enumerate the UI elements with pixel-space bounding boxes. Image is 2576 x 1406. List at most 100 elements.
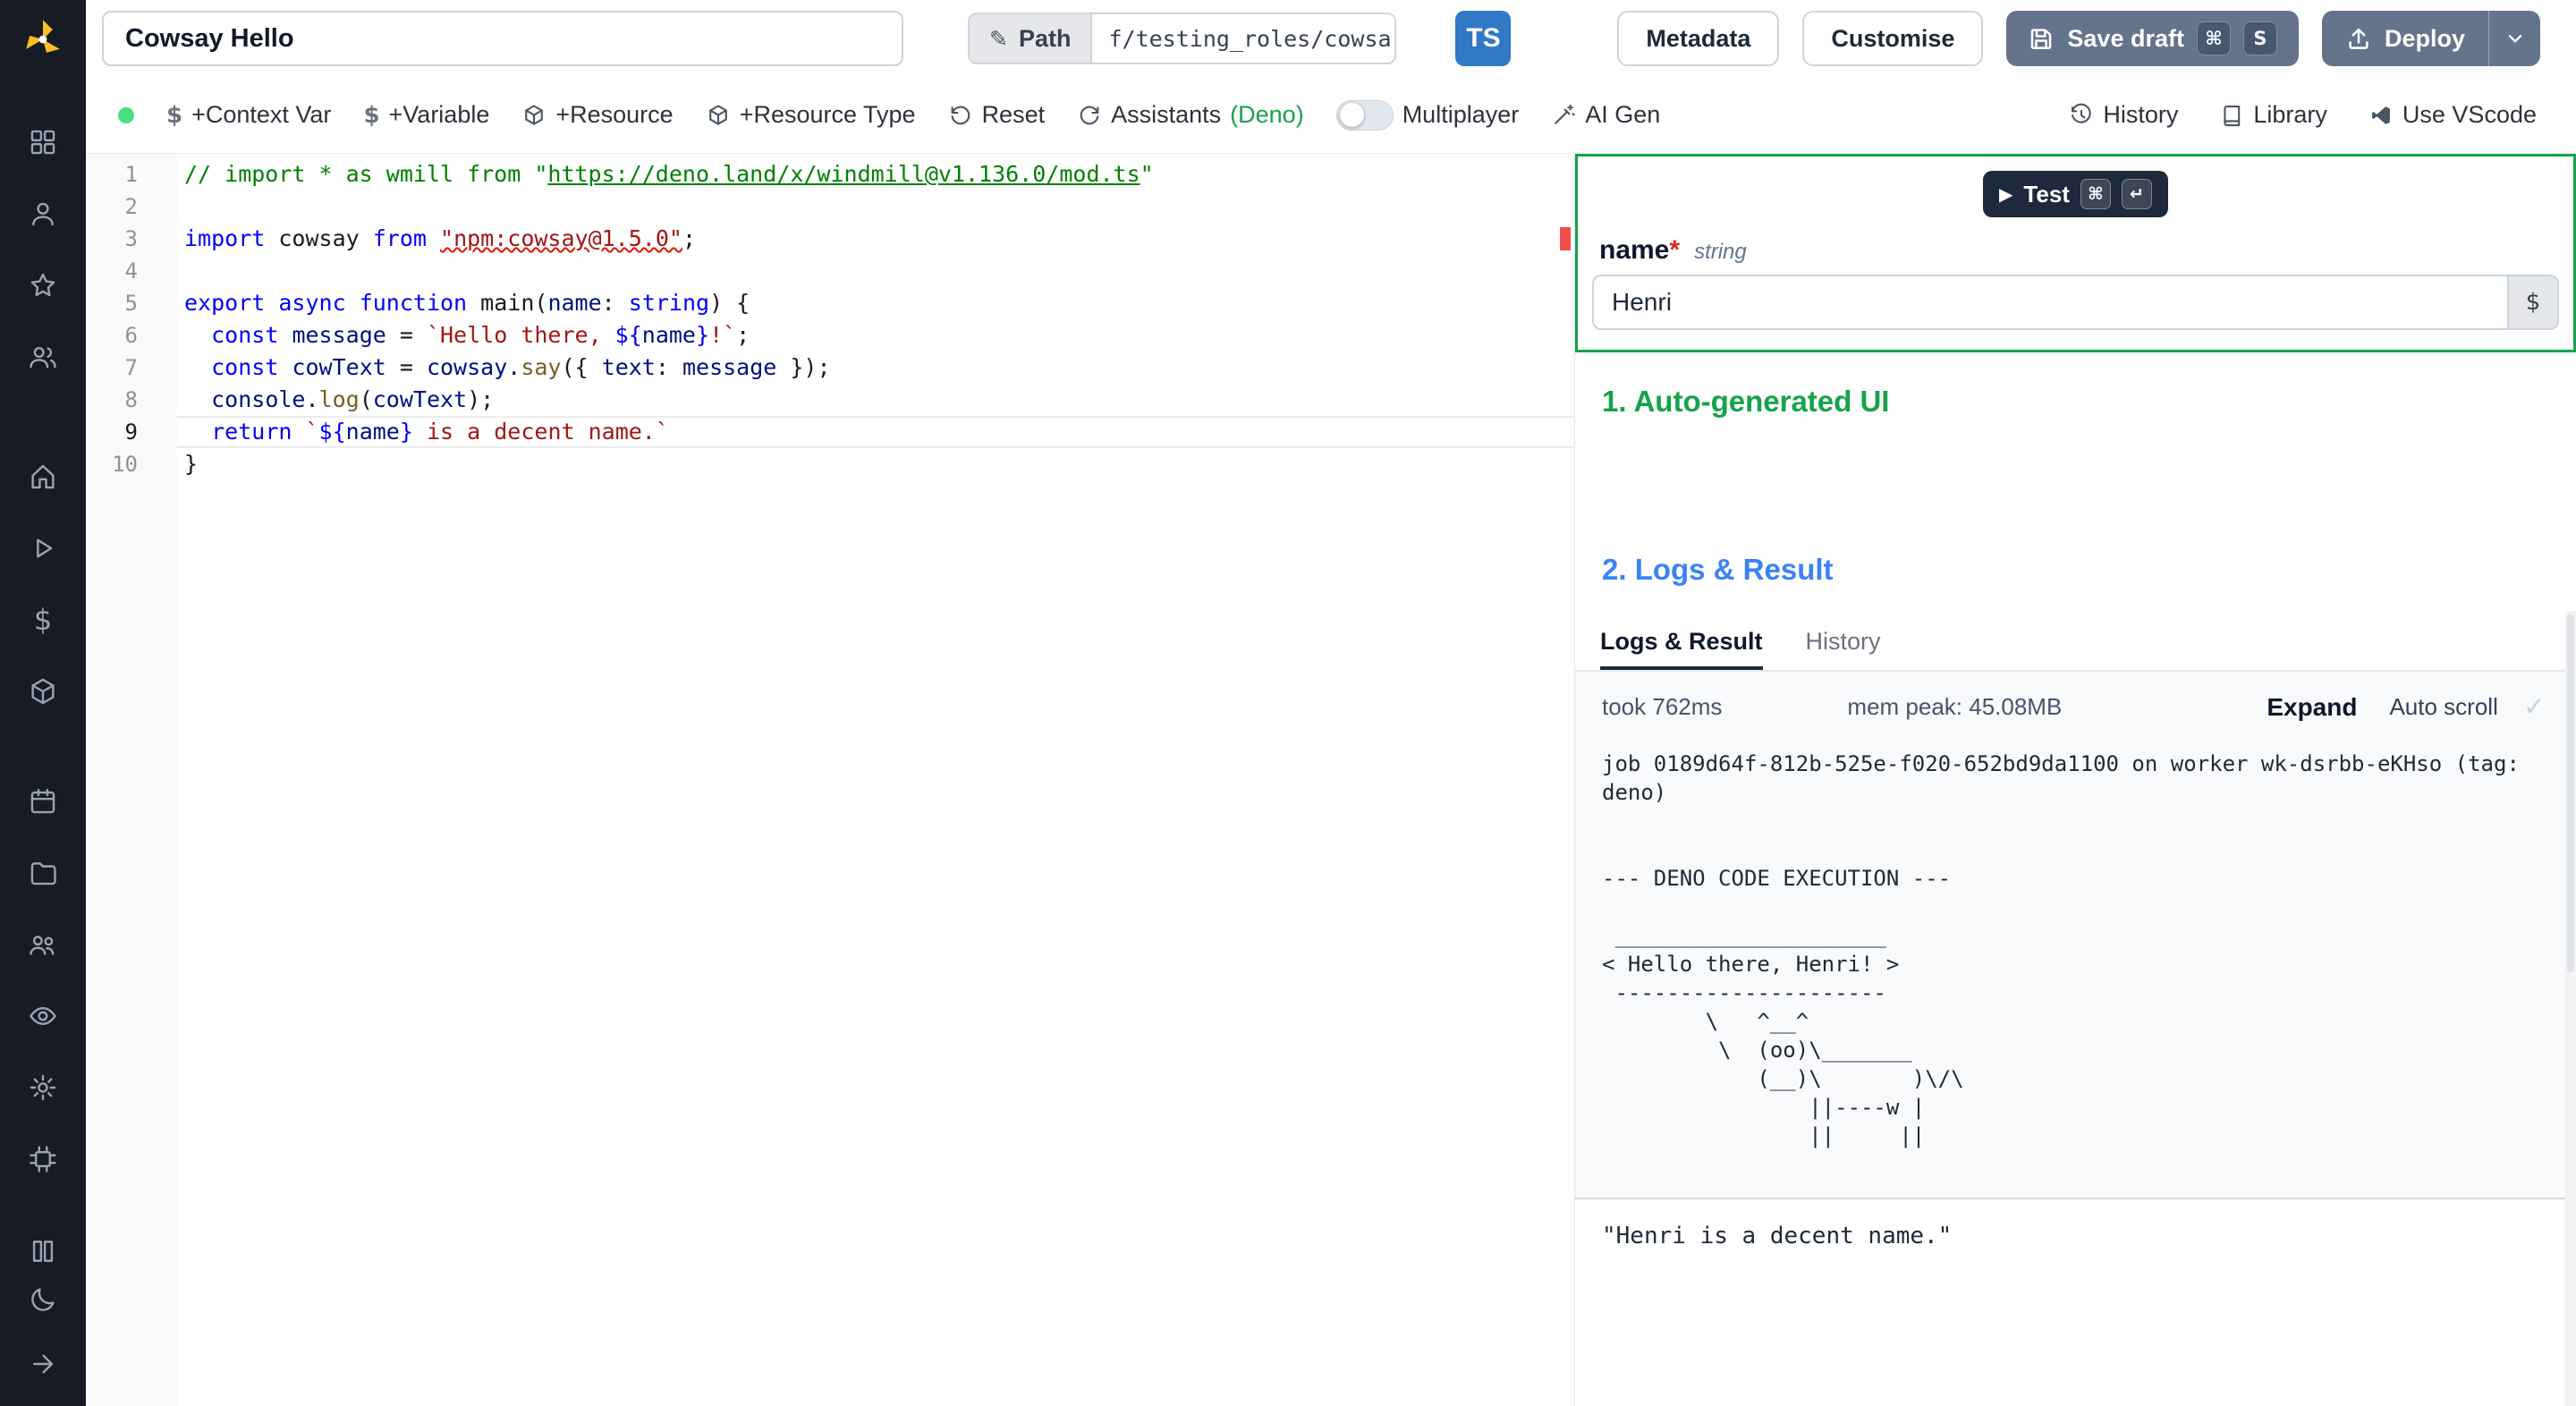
gear-icon[interactable]	[26, 1071, 60, 1105]
test-label: Test	[2023, 180, 2070, 208]
arg-label-row: name * string	[1599, 235, 2559, 266]
logs-tabs: Logs & Result History	[1575, 628, 2576, 672]
deploy-button[interactable]: Deploy	[2322, 11, 2488, 66]
home-icon[interactable]	[26, 460, 60, 494]
library-button[interactable]: Library	[2219, 101, 2327, 129]
reset-button[interactable]: Reset	[948, 101, 1045, 129]
code-line-3[interactable]: 3 import cowsay from "npm:cowsay@1.5.0";	[86, 223, 1574, 255]
history-icon	[2072, 103, 2092, 123]
add-variable-button[interactable]: $ +Variable	[363, 101, 489, 129]
dollar-icon[interactable]: $	[26, 603, 60, 637]
logs-header: took 762ms mem peak: 45.08MB Expand Auto…	[1575, 672, 2576, 723]
reset-icon	[951, 106, 970, 124]
code-line-10[interactable]: 10}	[86, 448, 1574, 480]
code-line-5[interactable]: 5 export async function main(name: string…	[86, 287, 1574, 319]
apps-grid-icon[interactable]	[26, 125, 60, 159]
required-asterisk: *	[1669, 235, 1681, 265]
name-arg-input[interactable]	[1594, 276, 2507, 328]
tab-history[interactable]: History	[1806, 628, 1881, 670]
save-draft-button[interactable]: Save draft ⌘ S	[2006, 11, 2299, 66]
autoscroll-label: Auto scroll	[2389, 693, 2498, 720]
magic-wand-icon	[1555, 104, 1575, 124]
moon-icon[interactable]	[26, 1283, 60, 1317]
line-number: 3	[124, 226, 138, 251]
ai-gen-button[interactable]: AI Gen	[1551, 101, 1660, 129]
log-output: job 0189d64f-812b-525e-f020-652bd9da1100…	[1602, 751, 2520, 1148]
sidebar-group-bottom	[26, 1234, 60, 1317]
preview-panel: ▶ Test ⌘ ↵ name* string $ 1. Auto-genera…	[1574, 154, 2576, 1406]
pencil-icon: ✎	[989, 25, 1008, 52]
play-icon: ▶	[1999, 183, 2013, 205]
worker-icon[interactable]	[26, 1142, 60, 1176]
path-value[interactable]: f/testing_roles/cowsa	[1090, 14, 1395, 63]
folder-icon[interactable]	[26, 856, 60, 890]
deploy-label: Deploy	[2384, 24, 2465, 52]
sidebar-group-admin	[26, 784, 60, 1176]
autoscroll-checkbox[interactable]: ✓	[2523, 691, 2546, 723]
line-number: 4	[124, 258, 138, 284]
users-icon[interactable]	[26, 340, 60, 374]
script-name-input[interactable]	[102, 11, 903, 66]
collapse-arrow-icon[interactable]	[26, 1347, 60, 1381]
docs-icon[interactable]	[26, 1234, 60, 1268]
line-number: 6	[124, 323, 138, 348]
result-panel: "Henri is a decent name."	[1575, 1198, 2576, 1406]
user-icon[interactable]	[26, 197, 60, 231]
arg-type-label: string	[1694, 240, 1747, 264]
calendar-icon[interactable]	[26, 784, 60, 818]
panel-scrollbar[interactable]	[2565, 611, 2576, 1406]
logs-result-heading: 2. Logs & Result	[1602, 553, 1834, 586]
multiplayer-control: Multiplayer	[1335, 99, 1519, 131]
line-number: 1	[124, 162, 138, 187]
insert-variable-button[interactable]: $	[2507, 276, 2557, 328]
play-icon[interactable]	[26, 531, 60, 565]
chevron-down-icon	[2508, 35, 2521, 43]
windmill-app: $ ✎ Path f/testing_roles/cowsa TS Metada…	[0, 0, 2576, 1406]
arg-name-label: name	[1599, 235, 1670, 265]
package-icon	[525, 104, 544, 125]
deploy-dropdown-button[interactable]	[2488, 11, 2540, 66]
deploy-button-group: Deploy	[2321, 11, 2540, 66]
path-control[interactable]: ✎ Path f/testing_roles/cowsa	[968, 13, 1397, 64]
code-line-6[interactable]: 6 const message = `Hello there, ${name}!…	[86, 319, 1574, 352]
line-number: 7	[124, 355, 138, 380]
code-lines[interactable]: 1// import * as wmill from "https://deno…	[86, 154, 1574, 480]
code-line-8[interactable]: 8 console.log(cowText);	[86, 384, 1574, 416]
expand-button[interactable]: Expand	[2267, 693, 2357, 722]
add-resource-button[interactable]: +Resource	[521, 101, 674, 129]
code-line-7[interactable]: 7 const cowText = cowsay.say({ text: mes…	[86, 352, 1574, 384]
topbar-actions: Metadata Customise Save draft ⌘ S Deploy	[1617, 11, 2540, 66]
multiplayer-toggle[interactable]	[1335, 99, 1394, 131]
code-line-9[interactable]: 9 return `${name} is a decent name.`	[86, 416, 1574, 448]
windmill-logo-icon[interactable]	[20, 16, 66, 63]
add-resource-type-button[interactable]: +Resource Type	[706, 101, 916, 129]
line-number: 5	[124, 291, 138, 316]
main-area: ✎ Path f/testing_roles/cowsa TS Metadata…	[86, 0, 2576, 1406]
save-icon	[2031, 29, 2052, 49]
customise-button[interactable]: Customise	[1802, 11, 1984, 66]
cmd-key-chip: ⌘	[2196, 21, 2231, 55]
tab-logs-result[interactable]: Logs & Result	[1600, 628, 1763, 670]
topbar: ✎ Path f/testing_roles/cowsa TS Metadata…	[86, 0, 2576, 77]
cube-icon[interactable]	[26, 674, 60, 708]
test-button[interactable]: ▶ Test ⌘ ↵	[1983, 171, 2168, 217]
cmd-key-chip: ⌘	[2080, 179, 2111, 209]
code-line-1[interactable]: 1// import * as wmill from "https://deno…	[86, 158, 1574, 191]
error-overview-marker	[1560, 227, 1571, 250]
metadata-button[interactable]: Metadata	[1617, 11, 1780, 66]
user-group-icon[interactable]	[26, 927, 60, 961]
use-vscode-button[interactable]: Use VScode	[2368, 101, 2537, 129]
history-button[interactable]: History	[2069, 101, 2178, 129]
eye-icon[interactable]	[26, 999, 60, 1033]
refresh-icon	[1080, 106, 1099, 124]
path-edit-button[interactable]: ✎ Path	[970, 14, 1091, 63]
assistants-language: (Deno)	[1230, 101, 1304, 128]
dollar-icon: $	[166, 101, 183, 129]
test-args-form: ▶ Test ⌘ ↵ name* string $	[1575, 154, 2576, 352]
assistants-button[interactable]: Assistants (Deno)	[1077, 101, 1304, 129]
add-context-var-button[interactable]: $ +Context Var	[166, 101, 331, 129]
code-line-4[interactable]: 4	[86, 255, 1574, 287]
code-line-2[interactable]: 2	[86, 191, 1574, 223]
code-editor[interactable]: 1// import * as wmill from "https://deno…	[86, 154, 1574, 1406]
star-icon[interactable]	[26, 268, 60, 302]
